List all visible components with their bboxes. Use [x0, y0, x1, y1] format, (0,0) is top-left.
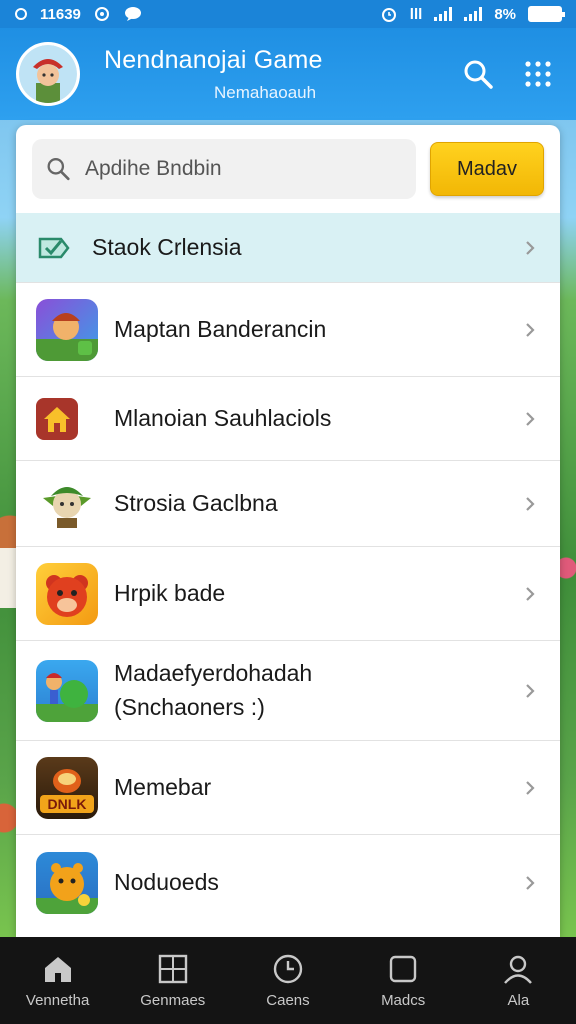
checkmark-tag-icon	[36, 230, 72, 266]
nav-label: Madcs	[381, 992, 426, 1009]
list-item[interactable]: Madaefyerdohadah (Snchaoners :)	[16, 641, 560, 741]
list-item-label: Strosia Gaclbna	[114, 489, 278, 516]
signal-icon-2	[464, 7, 483, 21]
nav-label: Vennetha	[25, 992, 90, 1009]
search-icon	[464, 60, 493, 89]
list-item-label: Maptan Banderancin	[114, 315, 327, 342]
list-item-label: Hrpik bade	[114, 579, 226, 606]
nav-home[interactable]: Vennetha	[3, 952, 113, 1009]
home-icon	[44, 957, 71, 982]
chevron-right-icon	[526, 411, 535, 426]
grid-box-icon	[158, 954, 187, 984]
bottom-nav: Vennetha Genmaes Caens Madcs Ala	[0, 937, 576, 1024]
chevron-right-icon	[526, 876, 535, 890]
search-input[interactable]	[84, 157, 402, 181]
list-item[interactable]: Noduoeds	[16, 835, 560, 931]
clock-icon	[273, 954, 303, 984]
list-item-label: Noduoeds	[114, 869, 219, 896]
bear-game-icon	[36, 562, 98, 625]
link-icon	[94, 7, 109, 21]
square-icon	[389, 955, 417, 983]
nav-label: Ala	[507, 992, 530, 1009]
list-item-highlight[interactable]: Staok Crlensia	[16, 213, 560, 283]
search-action-button[interactable]: Madav	[430, 142, 544, 196]
list-item[interactable]: Mlanoian Sauhlaciols	[16, 377, 560, 461]
search-row: Madav	[16, 125, 560, 213]
chevron-right-icon	[526, 586, 535, 601]
app-title: Nendnanojai Game	[104, 45, 323, 74]
list-item[interactable]: Hrpik bade	[16, 547, 560, 641]
search-button[interactable]	[456, 52, 500, 96]
menu-list: Staok Crlensia Maptan Banderancin Mlanoi…	[16, 213, 560, 931]
list-item[interactable]: Maptan Banderancin	[16, 283, 560, 377]
chevron-right-icon	[526, 240, 535, 255]
battery-percent: 8%	[494, 5, 516, 23]
status-time: 11639	[40, 5, 81, 23]
drum-icon-text: DNLK	[48, 796, 87, 812]
list-item-label: Memebar	[114, 773, 212, 800]
chevron-right-icon	[526, 322, 535, 337]
nav-profile[interactable]: Ala	[463, 952, 573, 1009]
warrior-game-icon	[36, 298, 98, 361]
person-icon	[504, 955, 533, 984]
search-box[interactable]	[32, 139, 416, 199]
list-item[interactable]: DNLK Memebar	[16, 741, 560, 835]
nav-games[interactable]: Genmaes	[118, 952, 228, 1009]
nav-square[interactable]: Madcs	[348, 952, 458, 1009]
chevron-right-icon	[526, 496, 535, 511]
chevron-right-icon	[526, 780, 535, 795]
battery-icon	[528, 6, 565, 22]
goblin-game-icon	[36, 473, 98, 535]
app-header: Nendnanojai Game Nemahaoauh	[0, 28, 576, 120]
grid-menu-button[interactable]	[516, 52, 560, 96]
nav-label: Genmaes	[140, 992, 206, 1009]
list-item-sublabel: (Snchaoners :)	[114, 693, 265, 720]
app-subtitle: Nemahaoauh	[214, 82, 317, 102]
search-icon	[47, 158, 70, 181]
data-icon: lll	[409, 5, 423, 23]
house-icon	[36, 397, 78, 440]
list-item-label: Madaefyerdohadah (Snchaoners :)	[114, 657, 522, 724]
main-card: Madav Staok Crlensia Maptan	[16, 125, 560, 937]
drum-game-icon: DNLK	[36, 756, 98, 819]
adventure-game-icon	[36, 659, 98, 722]
fruit-game-icon	[36, 852, 98, 914]
chat-icon	[124, 7, 141, 21]
chevron-right-icon	[526, 683, 535, 698]
status-bar: 11639 lll 8%	[0, 0, 576, 28]
nav-label: Caens	[266, 992, 310, 1009]
nav-clock[interactable]: Caens	[233, 952, 343, 1009]
sync-icon	[15, 8, 27, 20]
list-item-label: Staok Crlensia	[92, 233, 242, 260]
list-item-label: Mlanoian Sauhlaciols	[114, 404, 332, 431]
signal-icon	[434, 7, 453, 21]
list-item[interactable]: Strosia Gaclbna	[16, 461, 560, 547]
alarm-icon	[381, 8, 396, 22]
character-avatar-icon[interactable]	[16, 42, 80, 106]
list-item-title: Madaefyerdohadah	[114, 660, 313, 687]
grid-menu-icon	[525, 61, 551, 87]
